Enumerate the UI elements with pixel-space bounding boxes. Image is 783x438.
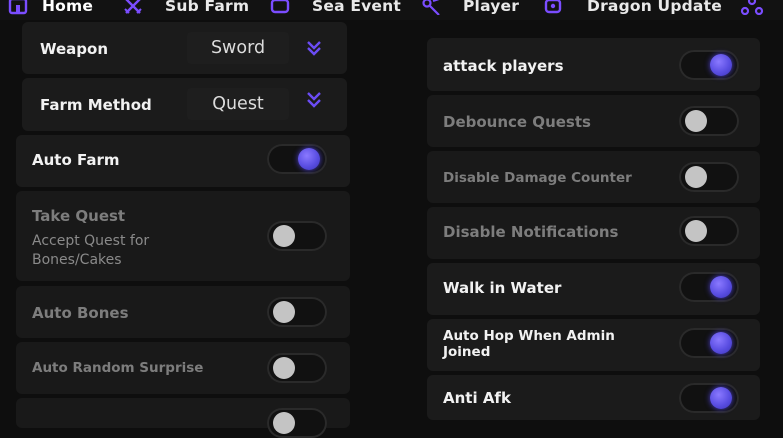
anti-afk-row: Anti Afk (427, 375, 760, 420)
tab-dragon-update-label: Dragon Update (587, 0, 722, 15)
anti-afk-toggle[interactable] (679, 383, 739, 413)
partial-row (16, 398, 350, 438)
auto-bones-row: Auto Bones (16, 286, 350, 338)
chevron-down-icon (304, 91, 324, 111)
toggle-knob (710, 54, 732, 76)
tab-player-label: Player (463, 0, 520, 15)
farm-method-label: Farm Method (40, 96, 152, 114)
home-icon (8, 0, 28, 15)
toggle-knob (298, 148, 320, 170)
take-quest-label: Take Quest (32, 207, 126, 225)
farm-method-value[interactable]: Quest (187, 88, 289, 120)
tab-sub-farm[interactable]: Sub Farm (123, 0, 249, 18)
attack-players-label: attack players (443, 57, 564, 75)
farm-method-dropdown[interactable]: Farm Method Quest (22, 78, 347, 131)
walk-in-water-row: Walk in Water (427, 263, 760, 315)
weapon-label: Weapon (40, 40, 109, 58)
toggle-knob (685, 220, 707, 242)
tab-settings[interactable] (740, 0, 774, 18)
auto-hop-admin-label: Auto Hop When Admin Joined (443, 328, 615, 360)
toggle-knob (710, 387, 732, 409)
crossed-swords-icon (123, 0, 143, 15)
disable-notifications-row: Disable Notifications (427, 207, 760, 259)
top-tab-bar: Home Sub Farm Sea Event Player Dragon Up… (0, 0, 783, 20)
tab-home-label: Home (42, 0, 94, 15)
weapon-value[interactable]: Sword (187, 32, 289, 64)
take-quest-toggle[interactable] (267, 221, 327, 251)
dragon-icon (543, 0, 563, 15)
auto-bones-toggle[interactable] (267, 297, 327, 327)
walk-in-water-toggle[interactable] (679, 272, 739, 302)
attack-players-row: attack players (427, 38, 760, 91)
weapon-dropdown[interactable]: Weapon Sword (22, 22, 347, 74)
auto-farm-toggle[interactable] (267, 144, 327, 174)
disable-notifications-toggle[interactable] (679, 216, 739, 246)
settings-icon (740, 0, 764, 15)
disable-damage-counter-label: Disable Damage Counter (443, 170, 632, 186)
auto-random-surprise-label: Auto Random Surprise (32, 360, 204, 376)
auto-bones-label: Auto Bones (32, 304, 129, 322)
player-icon (421, 0, 441, 15)
auto-hop-admin-row: Auto Hop When Admin Joined (427, 319, 760, 371)
toggle-knob (710, 276, 732, 298)
tab-sub-farm-label: Sub Farm (165, 0, 250, 15)
toggle-knob (685, 166, 707, 188)
tab-home[interactable]: Home (8, 0, 93, 18)
auto-farm-label: Auto Farm (32, 151, 120, 169)
tab-player[interactable]: Player (421, 0, 519, 18)
auto-farm-row: Auto Farm (16, 135, 350, 187)
tab-dragon-update[interactable]: Dragon Update (543, 0, 722, 18)
debounce-quests-label: Debounce Quests (443, 113, 591, 131)
toggle-knob (273, 357, 295, 379)
anti-afk-label: Anti Afk (443, 389, 511, 407)
tab-sea-event-label: Sea Event (312, 0, 401, 15)
debounce-quests-row: Debounce Quests (427, 95, 760, 147)
auto-random-surprise-row: Auto Random Surprise (16, 342, 350, 394)
ship-icon (270, 0, 290, 15)
debounce-quests-toggle[interactable] (679, 106, 739, 136)
toggle-knob (685, 110, 707, 132)
walk-in-water-label: Walk in Water (443, 279, 562, 297)
disable-notifications-label: Disable Notifications (443, 223, 619, 241)
toggle-knob (273, 412, 295, 434)
tab-sea-event[interactable]: Sea Event (270, 0, 401, 18)
disable-damage-counter-row: Disable Damage Counter (427, 151, 760, 203)
auto-random-surprise-toggle[interactable] (267, 353, 327, 383)
toggle-knob (710, 332, 732, 354)
take-quest-description: Accept Quest for Bones/Cakes (32, 233, 150, 268)
toggle-knob (273, 301, 295, 323)
take-quest-row: Take Quest Accept Quest for Bones/Cakes (16, 191, 350, 281)
chevron-down-icon (304, 38, 324, 58)
attack-players-toggle[interactable] (679, 50, 739, 80)
disable-damage-counter-toggle[interactable] (679, 162, 739, 192)
auto-hop-admin-toggle[interactable] (679, 328, 739, 358)
toggle-knob (273, 225, 295, 247)
